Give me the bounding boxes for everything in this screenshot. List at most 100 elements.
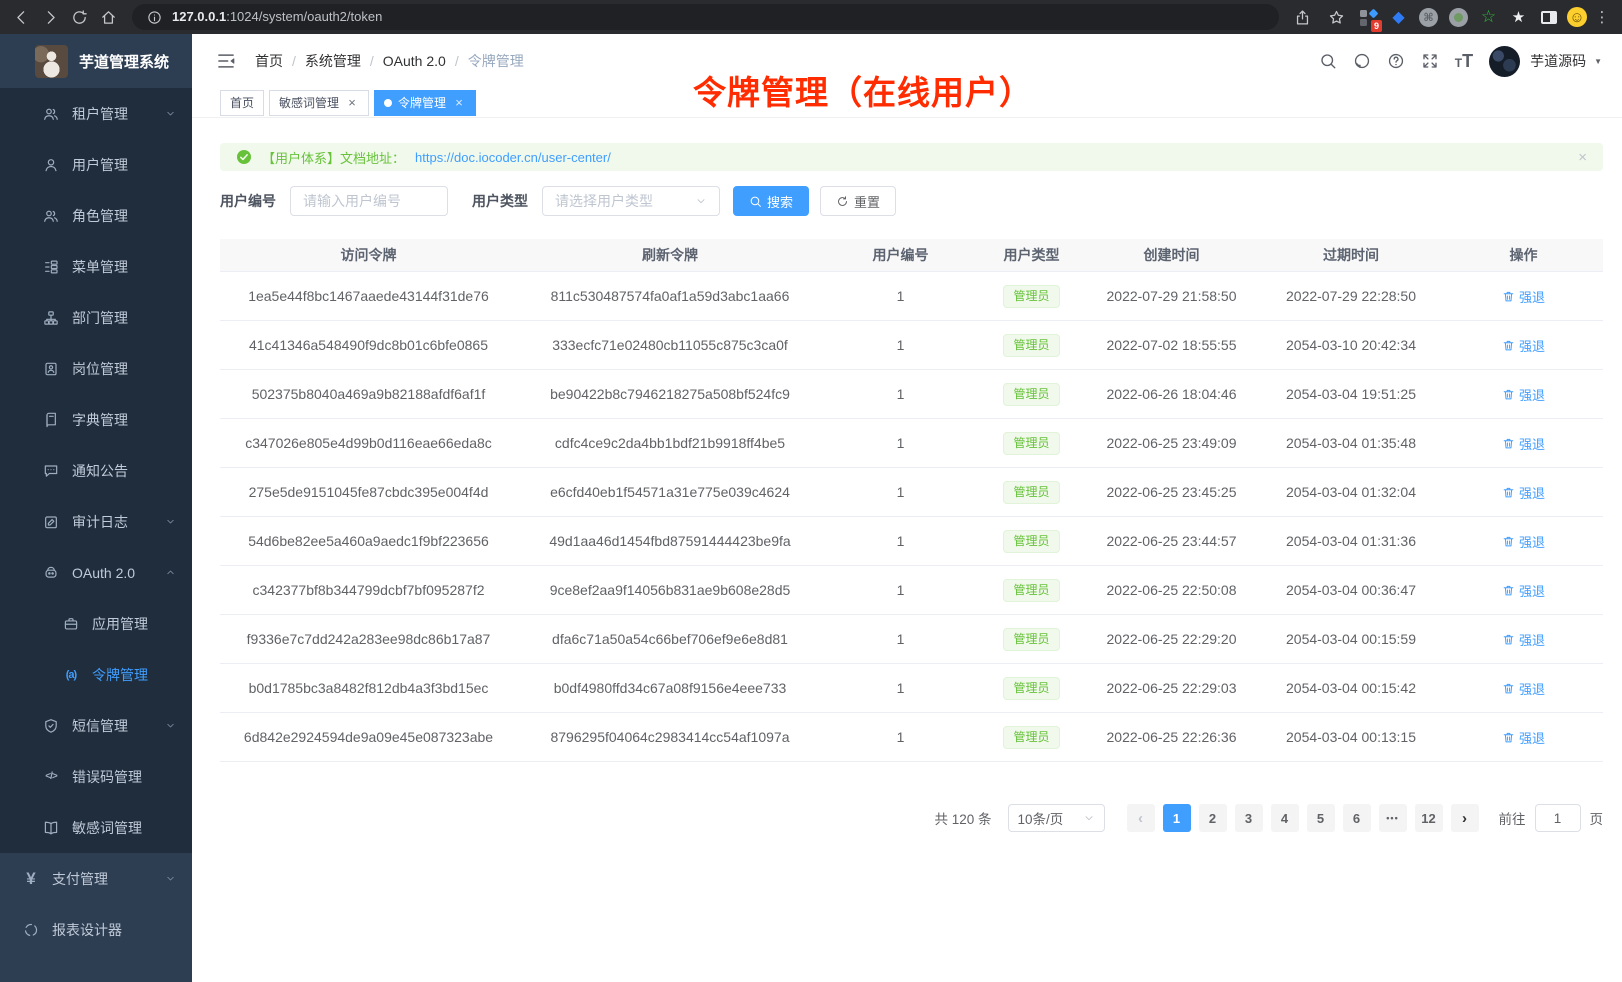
- user-id-input[interactable]: 请输入用户编号: [290, 186, 448, 216]
- alert-banner: 【用户体系】文档地址： https://doc.iocoder.cn/user-…: [220, 143, 1603, 171]
- tab-close-icon[interactable]: ×: [345, 96, 359, 110]
- sidebar-item-audit-log[interactable]: 审计日志: [0, 496, 192, 547]
- sidebar-item-pay[interactable]: ¥支付管理: [0, 853, 192, 904]
- sidebar-item-oauth2-app[interactable]: 应用管理: [0, 598, 192, 649]
- user-type-badge: 管理员: [1003, 383, 1059, 406]
- force-logout-button[interactable]: 强退: [1502, 434, 1545, 453]
- search-icon[interactable]: [1319, 52, 1337, 70]
- bookmark-star-icon[interactable]: [1323, 4, 1350, 31]
- sidebar-item-label: 用户管理: [72, 155, 128, 175]
- app-logo[interactable]: 芋道管理系统: [0, 34, 192, 88]
- sidebar-item-dict[interactable]: 字典管理: [0, 394, 192, 445]
- fullscreen-icon[interactable]: [1421, 52, 1439, 70]
- more-pages-button[interactable]: •••: [1379, 804, 1407, 832]
- tab-token[interactable]: 令牌管理×: [374, 90, 476, 116]
- page-button-3[interactable]: 3: [1235, 804, 1263, 832]
- force-logout-button[interactable]: 强退: [1502, 483, 1545, 502]
- table-row: 54d6be82ee5a460a9aedc1f9bf22365649d1aa46…: [220, 517, 1603, 566]
- help-icon[interactable]: [1387, 52, 1405, 70]
- force-logout-button[interactable]: 强退: [1502, 679, 1545, 698]
- github-icon[interactable]: [1353, 52, 1371, 70]
- force-logout-button[interactable]: 强退: [1502, 532, 1545, 551]
- sidebar-item-user[interactable]: 用户管理: [0, 139, 192, 190]
- sidebar-item-role[interactable]: 角色管理: [0, 190, 192, 241]
- collapse-sidebar-icon[interactable]: [216, 51, 236, 71]
- sidebar-item-notice[interactable]: 通知公告: [0, 445, 192, 496]
- users-icon: [42, 207, 60, 225]
- extension-gem-icon[interactable]: ◆: [1387, 6, 1410, 29]
- tab-home[interactable]: 首页: [220, 90, 264, 116]
- breadcrumb-item[interactable]: OAuth 2.0: [383, 53, 446, 69]
- user-name[interactable]: 芋道源码: [1530, 51, 1586, 71]
- sidebar-item-label: 支付管理: [52, 869, 108, 889]
- force-logout-button[interactable]: 强退: [1502, 581, 1545, 600]
- user-type-select[interactable]: 请选择用户类型: [542, 186, 720, 216]
- expires-at-cell: 2054-03-04 00:15:59: [1258, 631, 1444, 647]
- chevron-down-icon: [165, 516, 176, 527]
- user-type-badge: 管理员: [1003, 432, 1059, 455]
- tab-sensitive-word[interactable]: 敏感词管理×: [269, 90, 369, 116]
- briefcase-icon: [62, 615, 80, 633]
- breadcrumb-item[interactable]: 系统管理: [305, 51, 361, 71]
- sidebar-item-error-code[interactable]: </>错误码管理: [0, 751, 192, 802]
- page-size-value: 10条/页: [1018, 808, 1064, 828]
- force-logout-button[interactable]: 强退: [1502, 630, 1545, 649]
- page-button-5[interactable]: 5: [1307, 804, 1335, 832]
- sidebar-item-oauth2-token[interactable]: (a)令牌管理: [0, 649, 192, 700]
- force-logout-button[interactable]: 强退: [1502, 287, 1545, 306]
- avatar[interactable]: [1489, 46, 1520, 77]
- breadcrumb-item[interactable]: 首页: [255, 51, 283, 71]
- reset-button[interactable]: 重置: [820, 186, 896, 216]
- next-page-button[interactable]: ›: [1451, 804, 1479, 832]
- chat-icon: [42, 462, 60, 480]
- prev-page-button[interactable]: ‹: [1127, 804, 1155, 832]
- page-button-12[interactable]: 12: [1415, 804, 1443, 832]
- sidebar-item-oauth2[interactable]: OAuth 2.0: [0, 547, 192, 598]
- page-button-4[interactable]: 4: [1271, 804, 1299, 832]
- logo-image: [35, 45, 68, 78]
- sidebar-item-report[interactable]: 报表设计器: [0, 904, 192, 955]
- font-size-icon[interactable]: TT: [1455, 51, 1473, 72]
- browser-menu-icon[interactable]: ⋮: [1594, 8, 1610, 26]
- tab-close-icon[interactable]: ×: [452, 96, 466, 110]
- robot-icon: [42, 564, 60, 582]
- sidebar-item-menu[interactable]: 菜单管理: [0, 241, 192, 292]
- user-id-cell: 1: [823, 533, 978, 549]
- home-icon[interactable]: [95, 4, 122, 31]
- sidebar-item-post[interactable]: 岗位管理: [0, 343, 192, 394]
- extension-white-star-icon[interactable]: ★: [1507, 6, 1530, 29]
- profile-avatar-icon[interactable]: ☺: [1567, 7, 1587, 27]
- sidebar-item-tenant[interactable]: 租户管理: [0, 88, 192, 139]
- user-type-badge: 管理员: [1003, 285, 1059, 308]
- page-button-2[interactable]: 2: [1199, 804, 1227, 832]
- page-content: 【用户体系】文档地址： https://doc.iocoder.cn/user-…: [192, 118, 1622, 982]
- force-logout-button[interactable]: 强退: [1502, 336, 1545, 355]
- info-icon[interactable]: [145, 8, 163, 26]
- alert-link[interactable]: https://doc.iocoder.cn/user-center/: [415, 150, 611, 165]
- user-type-badge: 管理员: [1003, 726, 1059, 749]
- extension-grid-icon[interactable]: 9: [1357, 6, 1380, 29]
- goto-page-input[interactable]: 1: [1535, 804, 1581, 832]
- sidebar-item-dept[interactable]: 部门管理: [0, 292, 192, 343]
- share-icon[interactable]: [1289, 4, 1316, 31]
- back-icon[interactable]: [8, 4, 35, 31]
- code-icon: </>: [42, 768, 60, 786]
- search-button[interactable]: 搜索: [733, 186, 809, 216]
- sidebar-item-sms[interactable]: 短信管理: [0, 700, 192, 751]
- extension-green-dot-icon[interactable]: [1449, 8, 1468, 27]
- alert-close-icon[interactable]: ×: [1578, 149, 1587, 166]
- address-bar[interactable]: 127.0.0.1:1024/system/oauth2/token: [132, 4, 1279, 30]
- page-size-select[interactable]: 10条/页: [1008, 804, 1105, 832]
- side-panel-icon[interactable]: [1537, 6, 1560, 29]
- force-logout-button[interactable]: 强退: [1502, 728, 1545, 747]
- access-token-cell: 54d6be82ee5a460a9aedc1f9bf223656: [220, 533, 517, 549]
- force-logout-button[interactable]: 强退: [1502, 385, 1545, 404]
- forward-icon[interactable]: [37, 4, 64, 31]
- sidebar-item-sensitive-word[interactable]: 敏感词管理: [0, 802, 192, 853]
- extension-green-star-icon[interactable]: ☆: [1477, 6, 1500, 29]
- page-button-1[interactable]: 1: [1163, 804, 1191, 832]
- page-button-6[interactable]: 6: [1343, 804, 1371, 832]
- reload-icon[interactable]: [66, 4, 93, 31]
- extension-command-icon[interactable]: ⌘: [1419, 8, 1438, 27]
- user-type-cell: 管理员: [978, 726, 1085, 749]
